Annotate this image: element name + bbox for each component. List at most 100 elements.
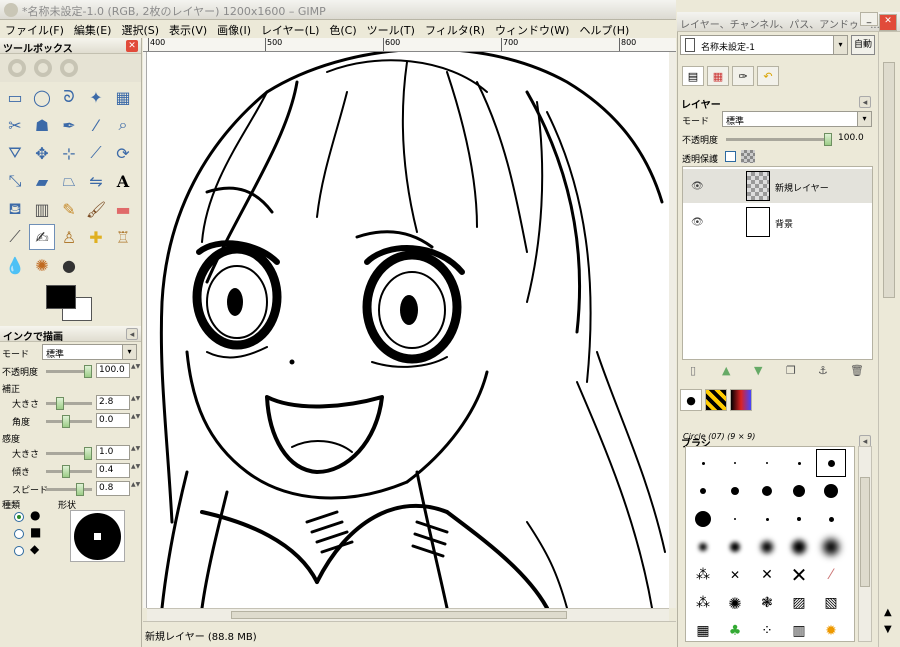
perspective-icon[interactable]: ⏢	[56, 168, 82, 194]
opacity-value[interactable]: 100.0	[96, 363, 130, 378]
close-dock-button[interactable]: ✕	[879, 14, 897, 31]
text-tool-icon[interactable]: A	[110, 168, 136, 194]
brush-cell[interactable]: ⁘	[752, 617, 782, 641]
canvas-horizontal-scrollbar[interactable]	[147, 608, 669, 621]
anchor-layer-icon[interactable]: ⚓	[818, 364, 828, 377]
dodge-burn-icon[interactable]: ✺	[29, 252, 55, 278]
scroll-up-icon[interactable]: ▲	[884, 607, 892, 618]
opacity-slider[interactable]	[46, 365, 92, 378]
sens-size-spin-arrows[interactable]: ▲▼	[131, 445, 140, 460]
new-layer-icon[interactable]: ▯	[690, 364, 696, 377]
blend-icon[interactable]: ▥	[29, 196, 55, 222]
paths-icon[interactable]: ✒	[56, 112, 82, 138]
brush-cell[interactable]: ▧	[816, 589, 846, 617]
size-value[interactable]: 2.8	[96, 395, 130, 410]
speed-spin-arrows[interactable]: ▲▼	[131, 481, 140, 496]
menu-help[interactable]: ヘルプ(H)	[574, 20, 634, 38]
brush-cell[interactable]	[720, 505, 750, 533]
menu-select[interactable]: 選択(S)	[116, 20, 164, 38]
auto-button[interactable]: 自動	[851, 35, 875, 55]
size-spin-arrows[interactable]: ▲▼	[131, 395, 140, 410]
menu-filters[interactable]: フィルタ(R)	[420, 20, 490, 38]
shape-editor[interactable]	[70, 510, 125, 562]
type-circle-radio[interactable]	[14, 512, 24, 522]
align-icon[interactable]: ⊹	[56, 140, 82, 166]
foreground-color[interactable]	[46, 285, 76, 309]
paintbrush-icon[interactable]: 🖌	[83, 196, 109, 222]
lower-layer-icon[interactable]: ▼	[754, 364, 762, 377]
horizontal-ruler[interactable]: 400 500 600 700 800	[143, 38, 676, 52]
free-select-icon[interactable]: ᘐ	[56, 84, 82, 110]
fuzzy-select-icon[interactable]: ✦	[83, 84, 109, 110]
speed-value[interactable]: 0.8	[96, 481, 130, 496]
tab-paths-icon[interactable]: ✑	[732, 66, 754, 86]
type-diamond-radio[interactable]	[14, 546, 24, 556]
rect-select-icon[interactable]: ▭	[2, 84, 28, 110]
menu-layer[interactable]: レイヤー(L)	[256, 20, 324, 38]
tilt-spin-arrows[interactable]: ▲▼	[131, 463, 140, 478]
tab-layers-icon[interactable]: ▤	[682, 66, 704, 86]
lock-alpha-checkbox[interactable]	[725, 151, 736, 162]
brush-cell[interactable]: ✕	[784, 561, 814, 589]
angle-slider[interactable]	[46, 415, 92, 428]
scissors-icon[interactable]: ✂	[2, 112, 28, 138]
eye-icon[interactable]: 👁	[691, 181, 704, 192]
ellipse-select-icon[interactable]: ◯	[29, 84, 55, 110]
brush-cell[interactable]	[688, 533, 718, 561]
brush-cell[interactable]	[720, 533, 750, 561]
scroll-down-icon[interactable]: ▼	[884, 624, 892, 635]
menu-file[interactable]: ファイル(F)	[0, 20, 69, 38]
brush-cell[interactable]	[752, 505, 782, 533]
duplicate-layer-icon[interactable]: ❐	[786, 364, 796, 377]
brush-cell[interactable]	[720, 449, 750, 477]
menu-windows[interactable]: ウィンドウ(W)	[490, 20, 574, 38]
foreground-select-icon[interactable]: ☗	[29, 112, 55, 138]
brush-cell[interactable]	[784, 477, 814, 505]
menu-tools[interactable]: ツール(T)	[362, 20, 420, 38]
brush-cell[interactable]	[784, 505, 814, 533]
brushes-scroll-thumb[interactable]	[860, 477, 870, 587]
mode-dropdown[interactable]: 標準 ▾	[42, 344, 137, 360]
angle-spin-arrows[interactable]: ▲▼	[131, 413, 140, 428]
opacity-spin-arrows[interactable]: ▲▼	[131, 363, 140, 378]
brush-cell[interactable]: ✕	[752, 561, 782, 589]
canvas-vertical-scrollbar[interactable]	[669, 52, 676, 608]
type-square-radio[interactable]	[14, 529, 24, 539]
crop-icon[interactable]: ⟋	[83, 140, 109, 166]
brush-cell[interactable]	[816, 505, 846, 533]
zoom-icon[interactable]: ⌕	[110, 112, 136, 138]
brush-cell[interactable]	[816, 533, 846, 561]
shear-icon[interactable]: ▰	[29, 168, 55, 194]
ink-tool-icon[interactable]: ✍	[29, 224, 55, 250]
brush-cell[interactable]: ⁂	[688, 589, 718, 617]
eraser-icon[interactable]: ▬	[110, 196, 136, 222]
tab-patterns-icon[interactable]	[705, 389, 727, 411]
measure-icon[interactable]: ⛛	[2, 140, 28, 166]
angle-value[interactable]: 0.0	[96, 413, 130, 428]
tab-gradients-icon[interactable]	[730, 389, 752, 411]
eye-icon[interactable]: 👁	[691, 217, 704, 228]
heal-icon[interactable]: ✚	[83, 224, 109, 250]
move-icon[interactable]: ✥	[29, 140, 55, 166]
layer-row[interactable]: 👁 新規レイヤー	[683, 169, 872, 203]
brush-cell[interactable]: ▦	[688, 617, 718, 641]
menu-image[interactable]: 画像(I)	[212, 20, 256, 38]
brush-cell[interactable]	[784, 533, 814, 561]
brush-cell[interactable]: ⁄	[816, 561, 846, 589]
layer-row[interactable]: 👁 背景	[683, 205, 872, 239]
brush-cell[interactable]	[752, 477, 782, 505]
brush-cell[interactable]: ✹	[816, 617, 846, 641]
brush-cell[interactable]: ✕	[720, 561, 750, 589]
image-canvas[interactable]	[147, 52, 669, 608]
tilt-slider[interactable]	[46, 465, 92, 478]
brush-cell-selected[interactable]	[816, 449, 846, 477]
smudge-icon[interactable]: 💧	[2, 252, 28, 278]
tab-brushes-icon[interactable]: ●	[680, 389, 702, 411]
pencil-icon[interactable]: ✎	[56, 196, 82, 222]
brush-cell[interactable]	[688, 449, 718, 477]
tab-menu-icon[interactable]: ◂	[126, 328, 138, 340]
brush-cell[interactable]	[688, 477, 718, 505]
menu-colors[interactable]: 色(C)	[324, 20, 361, 38]
brush-cell[interactable]	[688, 505, 718, 533]
sens-size-slider[interactable]	[46, 447, 92, 460]
